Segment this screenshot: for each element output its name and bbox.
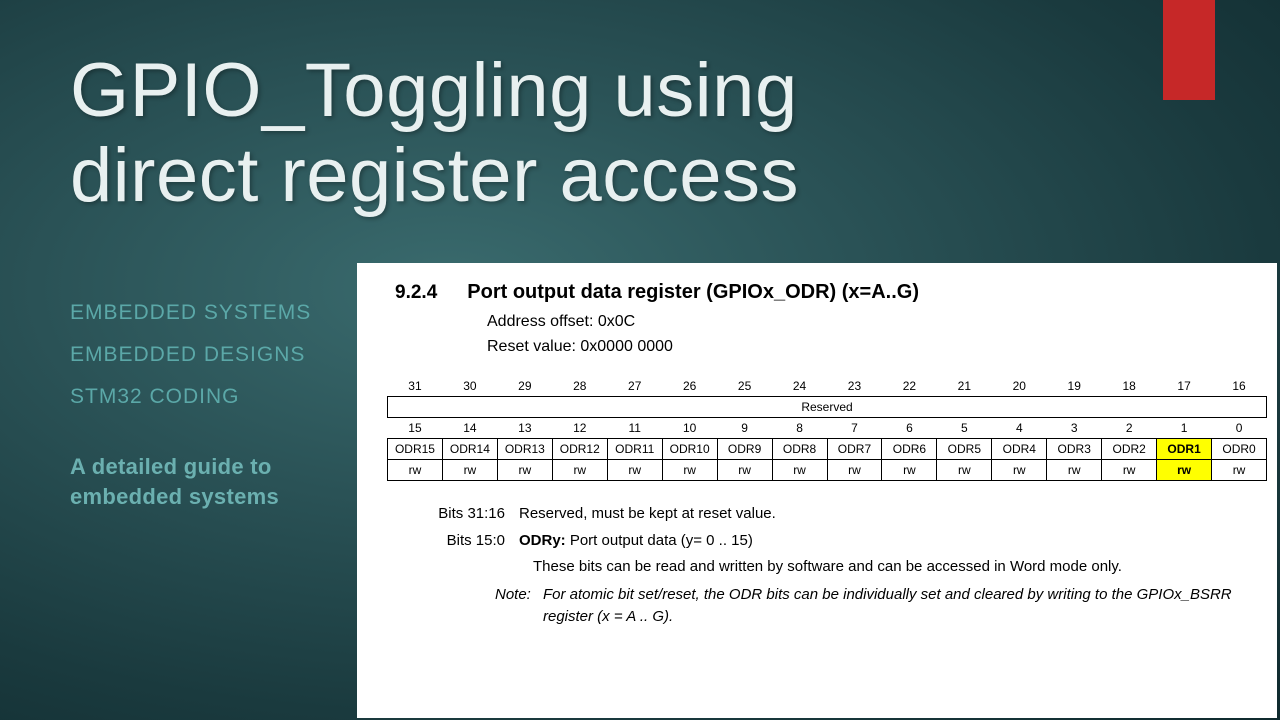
- title-line-1: GPIO_Toggling using: [70, 48, 798, 133]
- odr-row: ODR15 ODR14 ODR13 ODR12 ODR11 ODR10 ODR9…: [388, 438, 1267, 459]
- tag-embedded-systems: EMBEDDED SYSTEMS: [70, 292, 311, 334]
- rw-highlight: rw: [1157, 459, 1212, 480]
- bits-low-row: 15 14 13 12 11 10 9 8 7 6 5 4 3 2 1 0: [388, 417, 1267, 438]
- note-label: Note:: [495, 584, 543, 628]
- bits-15-0-label: Bits 15:0: [435, 530, 519, 552]
- bits-15-0-sub: These bits can be read and written by so…: [533, 556, 1253, 578]
- subtitle-line-2: embedded systems: [70, 484, 279, 509]
- tag-embedded-designs: EMBEDDED DESIGNS: [70, 334, 311, 376]
- odr1-highlight: ODR1: [1157, 438, 1212, 459]
- bits-31-16-text: Reserved, must be kept at reset value.: [519, 503, 1253, 525]
- tag-list: EMBEDDED SYSTEMS EMBEDDED DESIGNS STM32 …: [70, 292, 311, 418]
- bits-31-16-label: Bits 31:16: [435, 503, 519, 525]
- note-row: Note: For atomic bit set/reset, the ODR …: [495, 584, 1253, 628]
- doc-section-number: 9.2.4: [387, 282, 437, 304]
- doc-meta: Address offset: 0x0C Reset value: 0x0000…: [487, 310, 1253, 360]
- subtitle-line-1: A detailed guide to: [70, 454, 272, 479]
- doc-section-title: Port output data register (GPIOx_ODR) (x…: [467, 281, 919, 304]
- datasheet-excerpt: 9.2.4 Port output data register (GPIOx_O…: [357, 263, 1277, 718]
- odry-bold: ODRy:: [519, 532, 566, 549]
- accent-bar: [1163, 0, 1215, 100]
- slide-subtitle: A detailed guide to embedded systems: [70, 452, 279, 511]
- slide-title: GPIO_Toggling using direct register acce…: [70, 48, 799, 218]
- reserved-cell: Reserved: [388, 396, 1267, 417]
- address-offset: Address offset: 0x0C: [487, 310, 1253, 335]
- doc-section-heading: 9.2.4 Port output data register (GPIOx_O…: [387, 281, 1253, 304]
- reserved-row: Reserved: [388, 396, 1267, 417]
- tag-stm32-coding: STM32 CODING: [70, 376, 311, 418]
- reset-value: Reset value: 0x0000 0000: [487, 335, 1253, 360]
- note-text: For atomic bit set/reset, the ODR bits c…: [543, 584, 1253, 628]
- register-description: Bits 31:16 Reserved, must be kept at res…: [435, 503, 1253, 628]
- bits-15-0-text: ODRy: Port output data (y= 0 .. 15): [519, 530, 1253, 552]
- title-line-2: direct register access: [70, 133, 799, 218]
- rw-row: rw rw rw rw rw rw rw rw rw rw rw rw rw r…: [388, 459, 1267, 480]
- register-table: 31 30 29 28 27 26 25 24 23 22 21 20 19 1…: [387, 376, 1253, 481]
- bits-high-row: 31 30 29 28 27 26 25 24 23 22 21 20 19 1…: [388, 376, 1267, 397]
